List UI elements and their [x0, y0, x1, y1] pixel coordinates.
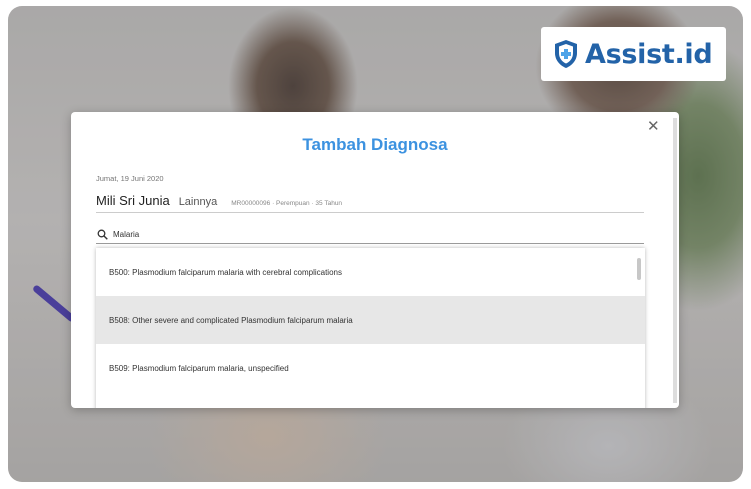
- diagnosis-search: [96, 228, 644, 244]
- dialog-title: Tambah Diagnosa: [302, 135, 448, 154]
- shield-cross-icon: [555, 40, 577, 68]
- brand-name: Assist.id: [585, 38, 713, 70]
- patient-type: Lainnya: [178, 196, 218, 208]
- search-input[interactable]: [113, 228, 633, 241]
- results-list: B500: Plasmodium falciparum malaria with…: [96, 248, 645, 408]
- close-icon[interactable]: ✕: [647, 117, 660, 135]
- search-icon: [97, 229, 108, 240]
- list-item[interactable]: B509: Plasmodium falciparum malaria, uns…: [96, 344, 645, 392]
- patient-name: Mili Sri Junia: [96, 193, 170, 208]
- list-item-label: B509: Plasmodium falciparum malaria, uns…: [109, 363, 289, 373]
- list-item-label: B500: Plasmodium falciparum malaria with…: [109, 267, 342, 277]
- list-scrollbar[interactable]: [637, 258, 641, 280]
- patient-info: Mili Sri Junia Lainnya MR00000096 · Pere…: [96, 193, 342, 208]
- patient-meta: MR00000096 · Perempuan · 35 Tahun: [231, 200, 343, 207]
- divider: [96, 212, 644, 213]
- brand-logo: Assist.id: [541, 27, 726, 81]
- list-item-label: B508: Other severe and complicated Plasm…: [109, 315, 353, 325]
- list-item[interactable]: B508: Other severe and complicated Plasm…: [96, 296, 645, 344]
- visit-date: Jumat, 19 Juni 2020: [96, 174, 164, 183]
- list-item[interactable]: B500: Plasmodium falciparum malaria with…: [96, 248, 645, 296]
- add-diagnosis-dialog: ✕ Tambah Diagnosa Jumat, 19 Juni 2020 Mi…: [71, 112, 679, 408]
- dialog-scrollbar[interactable]: [673, 118, 677, 403]
